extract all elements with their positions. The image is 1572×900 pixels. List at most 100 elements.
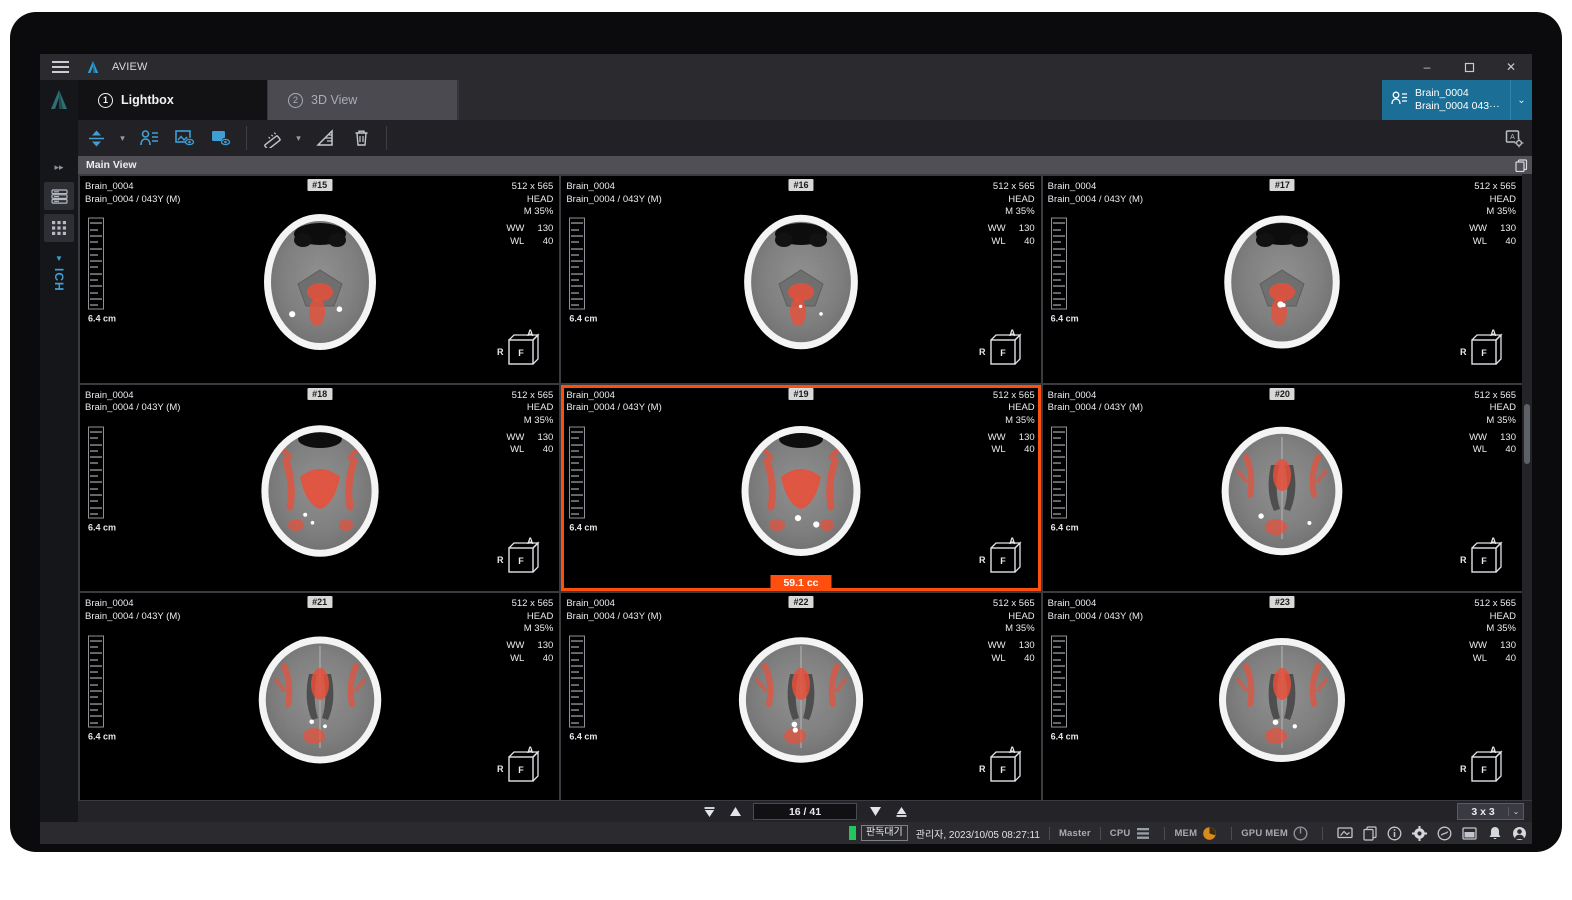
slice-counter[interactable]: 16 / 41 <box>753 803 857 820</box>
lightbox-tile[interactable]: Brain_0004 Brain_0004 / 043Y (M) 512 x 565… <box>1042 176 1522 383</box>
lightbox-tile[interactable]: Brain_0004 Brain_0004 / 043Y (M) 512 x 565… <box>80 176 560 383</box>
patient-dropdown-caret-icon[interactable]: ⌄ <box>1510 80 1532 120</box>
master-label: Master <box>1058 827 1091 839</box>
ruler-measure-icon[interactable] <box>254 120 290 156</box>
tile-wl-value: 40 <box>542 235 554 247</box>
tile-wl-value: 40 <box>1024 652 1035 664</box>
tile-patient-desc: Brain_0004 / 043Y (M) <box>1047 610 1144 622</box>
viewport: Main View Brain_0004 Brain_0004 / 043Y (M… <box>78 156 1532 822</box>
tile-zoom: M 35% <box>1486 623 1516 635</box>
delete-icon[interactable] <box>343 120 379 156</box>
angle-measure-icon[interactable] <box>307 120 343 156</box>
flip-vertical-icon[interactable] <box>78 120 114 156</box>
screenshot-icon[interactable] <box>1332 822 1357 844</box>
lightbox-tile[interactable]: Brain_0004 Brain_0004 / 043Y (M) 512 x 565… <box>561 384 1041 592</box>
tile-dimensions: 512 x 565 <box>992 181 1035 192</box>
tile-wl-value: 40 <box>1024 444 1035 456</box>
tile-orientation-cube: A R F <box>497 536 540 574</box>
tile-wl-label: WL <box>510 652 525 664</box>
tile-ww-value: 130 <box>537 640 554 652</box>
tile-ww-value: 130 <box>537 223 554 234</box>
grid-scrollbar[interactable] <box>1522 174 1532 800</box>
maximize-button[interactable] <box>1448 54 1490 80</box>
tile-window-overlay: WW 130 WL 40 <box>506 223 553 248</box>
segmentation-visibility-icon[interactable] <box>203 120 239 156</box>
tile-ww-value: 130 <box>1500 431 1516 443</box>
svg-text:F: F <box>519 765 525 775</box>
tile-dimensions: 512 x 565 <box>992 389 1035 401</box>
close-button[interactable]: ✕ <box>1490 54 1532 80</box>
tile-wl-value: 40 <box>1505 652 1516 664</box>
lightbox-tile[interactable]: Brain_0004 Brain_0004 / 043Y (M) 512 x 565… <box>561 176 1041 383</box>
tile-wl-label: WL <box>1472 444 1487 456</box>
ct-slice-image <box>263 214 376 351</box>
patient-badge[interactable]: Brain_0004 Brain_0004 043··· <box>1382 80 1510 120</box>
tile-dimensions: 512 x 565 <box>511 181 554 192</box>
next-page-button[interactable] <box>862 803 888 821</box>
tile-scale-label: 6.4 cm <box>569 313 598 324</box>
export-image-settings-icon[interactable]: A <box>1496 120 1532 156</box>
lightbox-tile[interactable]: Brain_0004 Brain_0004 / 043Y (M) 512 x 565… <box>1042 593 1522 800</box>
sidebar-module-caret-icon[interactable]: ▼ <box>40 250 78 266</box>
tile-window-overlay: WW 130 WL 40 <box>988 640 1035 665</box>
sidebar-module-ich[interactable]: ICH <box>52 268 66 292</box>
tab-lightbox[interactable]: 1 Lightbox <box>78 80 268 120</box>
title-bar: AVIEW – ✕ <box>40 54 1532 80</box>
slice-navigation-bar: 16 / 41 3 x 3 ⌄ <box>78 800 1532 822</box>
previous-page-button[interactable] <box>722 803 748 821</box>
info-icon[interactable] <box>1382 822 1407 844</box>
image-overlay-toggle-icon[interactable] <box>167 120 203 156</box>
lightbox-tile[interactable]: Brain_0004 Brain_0004 / 043Y (M) 512 x 565… <box>1042 384 1522 592</box>
svg-text:R: R <box>497 347 504 357</box>
user-account-icon[interactable] <box>1507 822 1532 844</box>
menu-icon[interactable] <box>40 54 80 80</box>
svg-text:A: A <box>527 745 534 755</box>
copy-view-icon[interactable] <box>1515 158 1528 172</box>
tile-wl-label: WL <box>510 235 525 247</box>
tile-patient-desc: Brain_0004 / 043Y (M) <box>85 193 181 205</box>
tile-slice-number: #17 <box>1269 179 1295 191</box>
flip-dropdown-caret-icon[interactable]: ▾ <box>114 120 131 156</box>
tile-slice-number: #20 <box>1269 387 1295 400</box>
lightbox-tile[interactable]: Brain_0004 Brain_0004 / 043Y (M) 512 x 565… <box>80 593 560 800</box>
sidebar-item-series-list[interactable] <box>44 182 74 210</box>
settings-gear-icon[interactable] <box>1407 822 1432 844</box>
tab-lightbox-label: Lightbox <box>121 93 174 107</box>
sidebar-item-thumbnail-grid[interactable] <box>44 214 74 242</box>
patient-info-icon[interactable] <box>131 120 167 156</box>
first-page-button[interactable] <box>696 803 722 821</box>
tab-bar: 1 Lightbox 2 3D View Brain_0004 Brain_00… <box>40 80 1532 120</box>
tile-wl-label: WL <box>991 235 1006 247</box>
tile-patient-desc: Brain_0004 / 043Y (M) <box>566 193 662 205</box>
tile-scale-ruler: 6.4 cm <box>88 217 116 324</box>
tile-dimensions: 512 x 565 <box>1474 598 1516 610</box>
tile-series-overlay: 512 x 565 HEAD M 35% <box>993 181 1035 219</box>
window-layout-icon[interactable] <box>1457 822 1482 844</box>
tile-window-overlay: WW 130 WL 40 <box>988 223 1035 248</box>
notifications-bell-icon[interactable] <box>1482 822 1507 844</box>
lightbox-tile[interactable]: Brain_0004 Brain_0004 / 043Y (M) 512 x 565… <box>80 384 560 592</box>
tile-body-part: HEAD <box>1489 402 1516 414</box>
patient-name: Brain_0004 <box>1415 86 1469 99</box>
minimize-button[interactable]: – <box>1406 54 1448 80</box>
sync-icon[interactable] <box>1432 822 1457 844</box>
toolbar-right-group: A <box>1496 120 1532 156</box>
tile-slice-number: #15 <box>307 179 333 191</box>
clipboard-icon[interactable] <box>1357 822 1382 844</box>
lightbox-tile[interactable]: Brain_0004 Brain_0004 / 043Y (M) 512 x 565… <box>561 593 1041 800</box>
tile-zoom: M 35% <box>1486 206 1516 218</box>
tile-body-part: HEAD <box>526 193 554 205</box>
tile-patient-desc: Brain_0004 / 043Y (M) <box>85 402 181 414</box>
measure-dropdown-caret-icon[interactable]: ▾ <box>290 120 307 156</box>
tile-orientation-cube: A R F <box>497 328 540 365</box>
tile-scale-label: 6.4 cm <box>1050 313 1079 324</box>
sidebar-expand-icon[interactable]: ▸▸ <box>40 156 78 178</box>
last-page-button[interactable] <box>888 803 914 821</box>
tile-wl-label: WL <box>510 444 525 456</box>
tile-patient-overlay: Brain_0004 Brain_0004 / 043Y (M) <box>1048 598 1143 623</box>
tile-body-part: HEAD <box>526 610 554 622</box>
tab-3d-view[interactable]: 2 3D View <box>268 80 458 120</box>
tile-orientation-cube: A R F <box>979 745 1022 782</box>
layout-selector[interactable]: 3 x 3 ⌄ <box>1457 803 1524 820</box>
layout-selector-caret-icon: ⌄ <box>1508 807 1523 816</box>
